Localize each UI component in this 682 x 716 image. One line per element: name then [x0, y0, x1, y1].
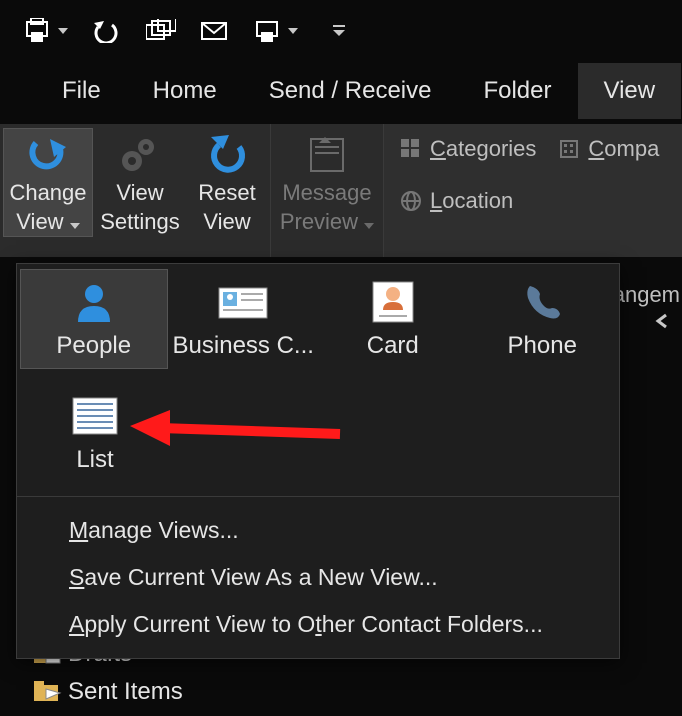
folder-sent-label: Sent Items [68, 678, 183, 706]
collapse-chevron-icon[interactable] [654, 312, 670, 335]
phone-icon [520, 278, 564, 326]
folder-sent-items[interactable]: Sent Items [34, 678, 183, 706]
arrangement-location[interactable]: Location Location [400, 188, 536, 214]
qat-undo[interactable] [92, 19, 122, 43]
message-preview-label2: Preview [280, 209, 358, 234]
tab-home[interactable]: Home [127, 63, 243, 119]
reset-view-button[interactable]: Reset View [188, 129, 266, 236]
dropdown-caret-icon [58, 28, 68, 34]
dropdown-caret-icon [364, 223, 374, 229]
change-view-icon [26, 133, 70, 177]
people-icon [72, 278, 116, 326]
view-settings-label1: View [116, 180, 163, 205]
gallery-people-label: People [56, 332, 131, 360]
reset-view-label2: View [203, 209, 250, 234]
globe-icon [400, 190, 422, 212]
undo-icon [205, 133, 249, 177]
dropdown-caret-icon [70, 223, 80, 229]
folder-icon [34, 681, 62, 703]
building-icon [558, 138, 580, 160]
gallery-list-label: List [76, 446, 113, 474]
gallery-phone[interactable]: Phone [470, 270, 616, 368]
qat-window-group[interactable] [146, 19, 176, 43]
menu-apply-view[interactable]: Apply Current View to Other Contact Fold… [17, 601, 619, 648]
card-icon [369, 278, 417, 326]
arrangement-categories[interactable]: CCategoriesategories [400, 136, 536, 162]
view-settings-button[interactable]: View Settings [96, 129, 184, 236]
business-card-icon [217, 278, 269, 326]
tab-view[interactable]: View [578, 63, 682, 119]
tab-file[interactable]: File [36, 63, 127, 119]
qat-archive[interactable] [254, 18, 298, 44]
dropdown-caret-icon [288, 28, 298, 34]
message-preview-label1: Message [282, 180, 371, 205]
gallery-card[interactable]: Card [320, 270, 466, 368]
tab-folder[interactable]: Folder [457, 63, 577, 119]
reset-view-label1: Reset [198, 180, 255, 205]
qat-quick-print[interactable] [24, 18, 68, 44]
qat-customize[interactable] [332, 24, 346, 38]
message-preview-icon [305, 133, 349, 177]
message-preview-button: Message Preview [275, 129, 379, 236]
qat-new-mail[interactable] [200, 19, 230, 43]
gear-icon [118, 133, 162, 177]
gallery-list[interactable]: List [21, 384, 169, 482]
menu-save-view[interactable]: Save Current View As a New View...Save C… [17, 554, 619, 601]
change-view-label1: Change [9, 180, 86, 205]
change-view-label2: View [16, 209, 63, 234]
categories-icon [400, 138, 422, 160]
gallery-people[interactable]: People [21, 270, 167, 368]
list-icon [71, 392, 119, 440]
change-view-gallery: People Business C... Card Phone [16, 263, 620, 659]
gallery-business-card[interactable]: Business C... [171, 270, 317, 368]
tab-send-receive[interactable]: Send / Receive [243, 63, 458, 119]
change-view-button[interactable]: Change View [4, 129, 92, 236]
arrangement-companies[interactable]: CCompaompa [558, 136, 659, 162]
menu-manage-views[interactable]: Manage Views...Manage Views... [17, 507, 619, 554]
gallery-business-label: Business C... [173, 332, 314, 360]
view-settings-label2: Settings [100, 209, 180, 234]
gallery-card-label: Card [367, 332, 419, 360]
gallery-phone-label: Phone [508, 332, 577, 360]
